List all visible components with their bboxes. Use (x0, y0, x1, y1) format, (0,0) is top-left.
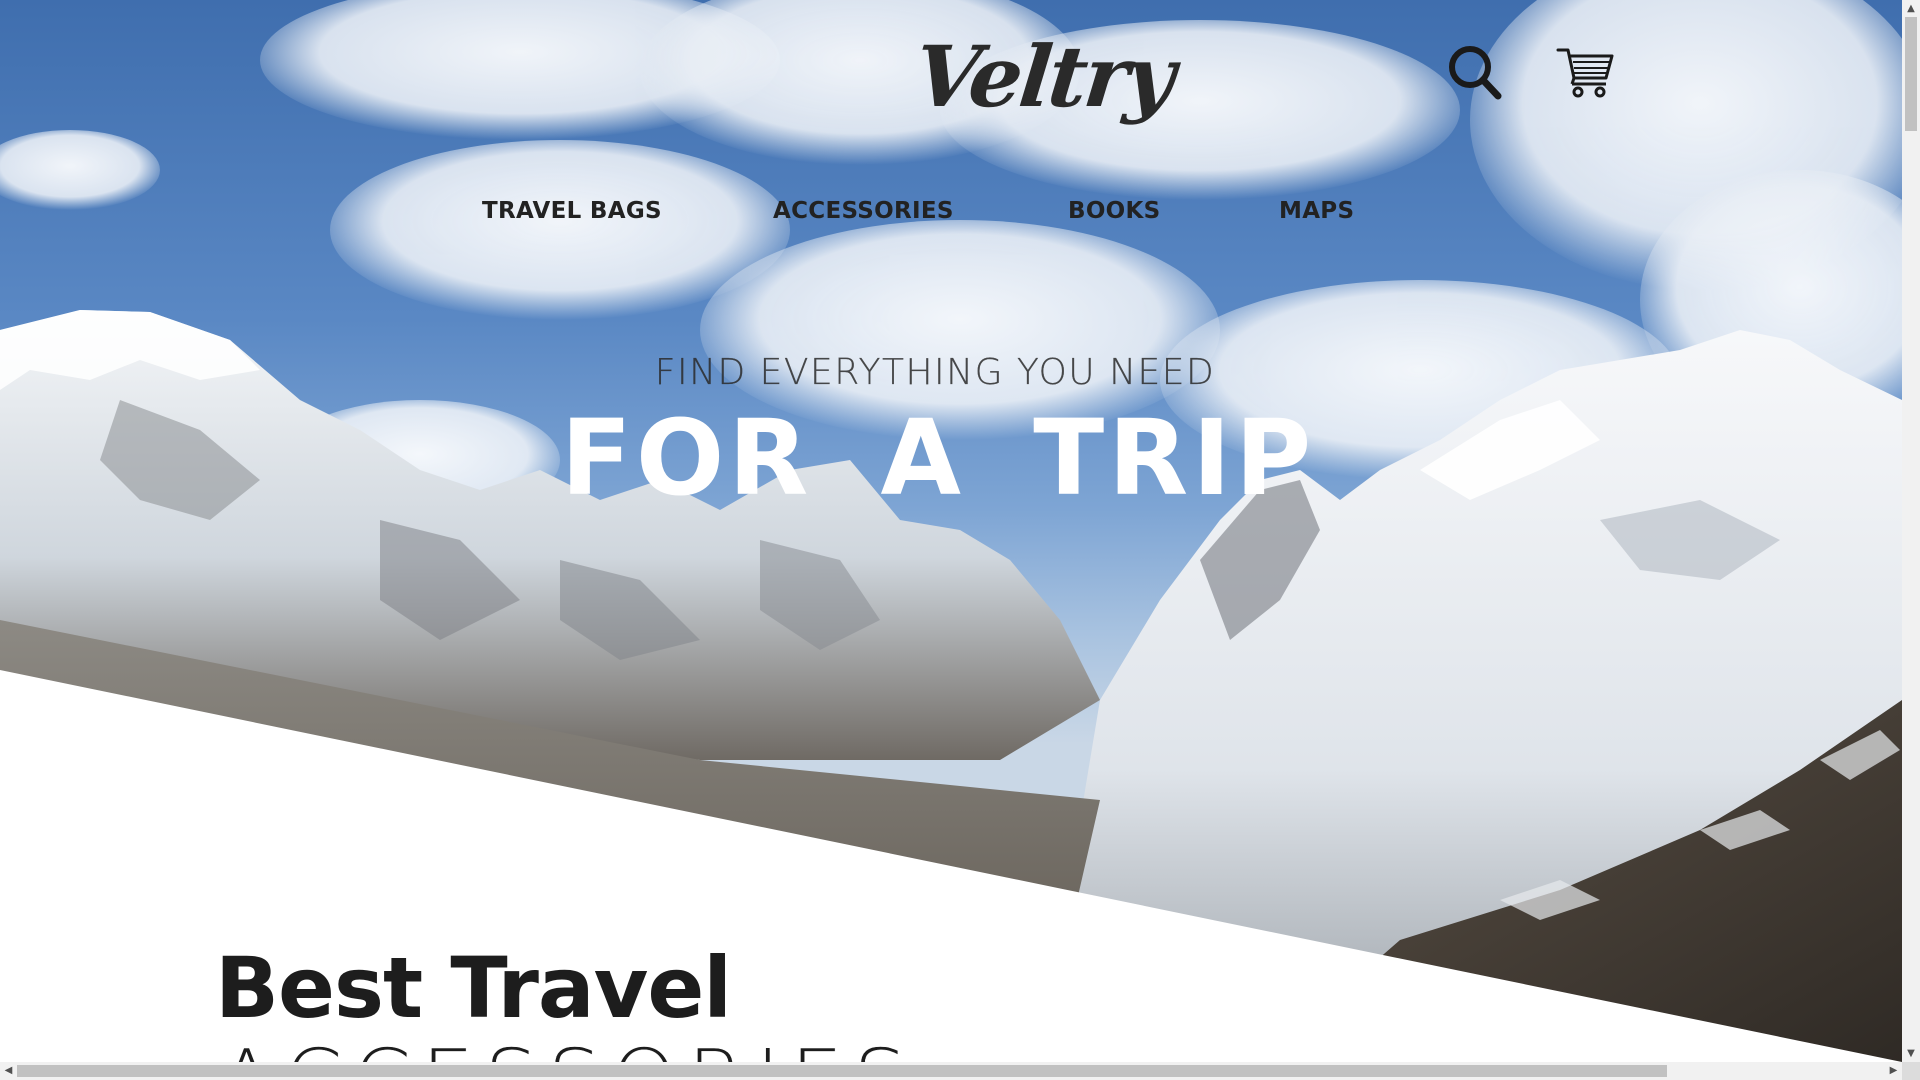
vertical-scroll-thumb[interactable] (1905, 17, 1917, 131)
hero-banner (0, 0, 1902, 1062)
main-navigation: TRAVEL BAGS ACCESSORIES BOOKS MAPS (0, 198, 1902, 238)
nav-item-books[interactable]: BOOKS (1068, 198, 1161, 224)
scroll-right-arrow-icon[interactable]: ▶ (1885, 1062, 1902, 1080)
hero-subtitle: FIND EVERYTHING YOU NEED (654, 352, 1216, 393)
cart-button[interactable] (1554, 40, 1618, 104)
section-subheading: ACCESSORIES (218, 1030, 917, 1062)
scrollbar-corner (1902, 1062, 1920, 1080)
nav-item-accessories[interactable]: ACCESSORIES (773, 198, 954, 224)
horizontal-scrollbar[interactable]: ◀ ▶ (0, 1062, 1902, 1080)
scroll-left-arrow-icon[interactable]: ◀ (0, 1062, 17, 1080)
hero-title: FOR A TRIP (560, 397, 1316, 519)
scroll-down-arrow-icon[interactable]: ▼ (1902, 1045, 1920, 1062)
horizontal-scroll-thumb[interactable] (17, 1065, 1667, 1077)
diagonal-white-overlay (0, 670, 1902, 1062)
section-heading: Best Travel (215, 939, 732, 1037)
vertical-scrollbar[interactable]: ▲ ▼ (1902, 0, 1920, 1062)
search-icon (1449, 46, 1502, 100)
shopping-cart-icon (1556, 48, 1614, 98)
nav-item-maps[interactable]: MAPS (1279, 198, 1354, 224)
page-viewport: Veltry TRAVEL BAGS ACCESSORIES BOOKS MAP… (0, 0, 1902, 1062)
scroll-up-arrow-icon[interactable]: ▲ (1902, 0, 1920, 17)
search-button[interactable] (1444, 40, 1508, 104)
site-logo[interactable]: Veltry (909, 22, 1177, 132)
nav-item-travel-bags[interactable]: TRAVEL BAGS (482, 198, 662, 224)
